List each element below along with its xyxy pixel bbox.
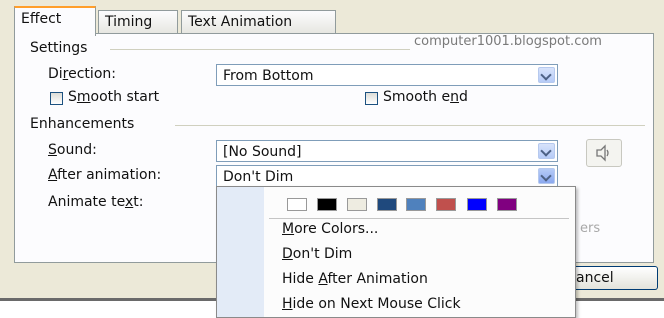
chevron-down-icon[interactable] [538,143,555,159]
after-animation-label: After animation: [48,167,162,183]
watermark-text: computer1001.blogspot.com [414,34,602,49]
after-animation-value: Don't Dim [223,169,294,185]
cancel-button[interactable]: ancel [572,266,658,290]
enhancements-group-label: Enhancements [30,116,135,132]
menu-item-more-colors[interactable]: More Colors... [282,220,378,238]
color-swatch-black[interactable] [317,198,337,211]
color-swatch-bright-blue[interactable] [467,198,487,211]
menu-gutter [217,187,264,317]
color-swatch-red[interactable] [436,198,456,211]
tab-text-animation[interactable]: Text Animation [181,10,336,34]
sound-value: [No Sound] [223,144,302,160]
color-swatch-purple[interactable] [497,198,517,211]
direction-value: From Bottom [223,68,314,84]
color-swatch-blue[interactable] [406,198,426,211]
smooth-start-label: Smooth start [68,89,160,105]
speaker-icon [596,144,609,162]
after-animation-dropdown[interactable]: Don't Dim [216,165,558,187]
enhancements-divider [175,125,645,126]
tab-text-animation-label: Text Animation [188,14,293,30]
chevron-down-icon[interactable] [538,67,555,83]
smooth-start-checkbox[interactable] [50,92,63,105]
color-swatch-dark-blue[interactable] [377,198,397,211]
menu-separator [269,218,569,219]
color-swatch-white[interactable] [287,198,307,211]
tab-timing-label: Timing [105,14,153,30]
tab-timing[interactable]: Timing [98,10,178,34]
tab-effect-label: Effect [21,11,62,27]
direction-dropdown[interactable]: From Bottom [216,64,558,86]
settings-divider [110,49,410,50]
color-swatch-tan[interactable] [347,198,367,211]
sound-label: Sound: [48,142,97,158]
sound-dropdown[interactable]: [No Sound] [216,140,558,162]
menu-item-dont-dim[interactable]: Don't Dim [282,245,352,263]
menu-item-hide-after-animation[interactable]: Hide After Animation [282,270,428,288]
animate-text-label: Animate text: [48,194,144,210]
direction-label: Direction: [48,66,116,82]
smooth-end-checkbox[interactable] [365,92,378,105]
tab-effect[interactable]: Effect [14,6,96,36]
chevron-down-icon[interactable] [538,168,555,184]
after-animation-popup-menu: More Colors... Don't Dim Hide After Anim… [216,186,576,318]
speaker-volume-button[interactable] [586,139,622,167]
obscured-text-fragment: ers [580,221,601,236]
settings-group-label: Settings [30,40,88,56]
smooth-end-label: Smooth end [383,89,468,105]
menu-item-hide-on-next-click[interactable]: Hide on Next Mouse Click [282,295,461,313]
